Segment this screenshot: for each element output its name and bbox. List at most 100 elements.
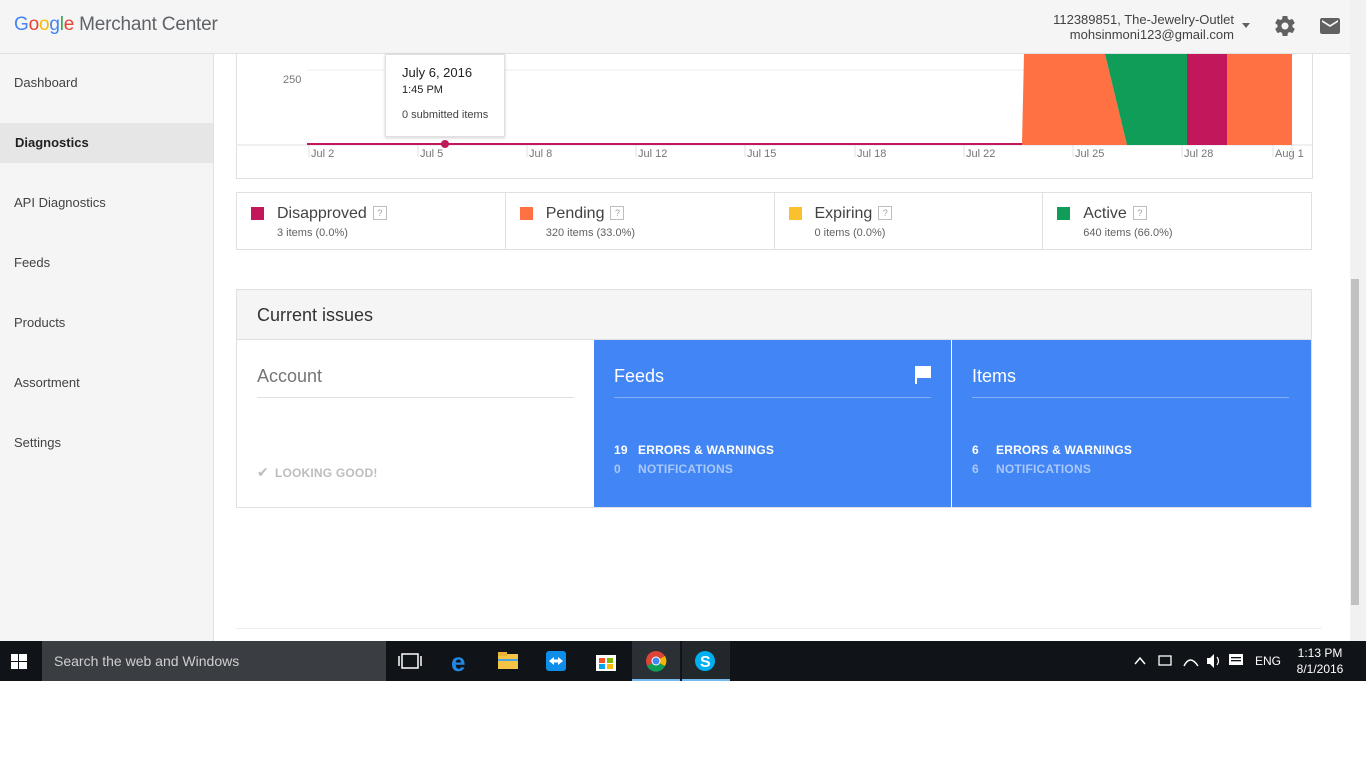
items-notifications-label: NOTIFICATIONS <box>996 462 1092 476</box>
svg-text:e: e <box>451 647 465 677</box>
task-view-icon[interactable] <box>386 641 434 681</box>
blank-area <box>0 681 1366 768</box>
help-icon[interactable]: ? <box>372 206 387 220</box>
stat-expiring[interactable]: Expiring? 0 items (0.0%) <box>775 193 1044 249</box>
divider <box>972 397 1289 398</box>
store-icon[interactable] <box>582 641 630 681</box>
scrollbar-thumb[interactable] <box>1351 279 1359 605</box>
status-summary: Disapproved? 3 items (0.0%) Pending? 320… <box>236 192 1312 250</box>
edge-icon[interactable]: e <box>436 641 484 681</box>
feeds-notifications-count: 0 <box>614 462 621 476</box>
stat-label-text: Active <box>1083 205 1127 222</box>
x-tick-label: Jul 12 <box>638 148 667 160</box>
legend-swatch <box>519 207 533 220</box>
items-notifications-row[interactable]: 6 NOTIFICATIONS <box>972 462 1091 476</box>
chrome-icon <box>646 651 667 672</box>
stat-label-text: Pending <box>545 205 605 222</box>
y-tick-label: 250 <box>283 74 301 86</box>
wifi-icon <box>1183 659 1199 667</box>
clock-time: 1:13 PM <box>1297 646 1343 660</box>
stat-active[interactable]: Active? 640 items (66.0%) <box>1043 193 1311 249</box>
help-icon[interactable]: ? <box>610 206 625 220</box>
x-tick-label: Jul 18 <box>857 148 886 160</box>
divider <box>614 397 931 398</box>
merchant-center-logo[interactable]: Google Merchant Center <box>14 14 218 36</box>
feeds-notifications-row[interactable]: 0 NOTIFICATIONS <box>614 462 733 476</box>
feeds-panel-title: Feeds <box>614 366 665 386</box>
gear-icon[interactable] <box>1273 14 1297 38</box>
stat-pending[interactable]: Pending? 320 items (33.0%) <box>506 193 775 249</box>
stat-count: 3 items (0.0%) <box>277 227 348 239</box>
hover-point-marker[interactable] <box>441 140 449 148</box>
sidebar-item-products[interactable]: Products <box>0 303 213 343</box>
sidebar-item-api-diagnostics[interactable]: API Diagnostics <box>0 183 213 223</box>
sidebar-item-settings[interactable]: Settings <box>0 423 213 463</box>
current-issues-title: Current issues <box>257 305 374 325</box>
chrome-taskbar-button[interactable] <box>632 641 680 681</box>
logo-letter: g <box>49 14 60 35</box>
sidebar-item-feeds[interactable]: Feeds <box>0 243 213 283</box>
help-icon[interactable]: ? <box>1132 206 1147 220</box>
svg-text:S: S <box>700 654 711 671</box>
windows-start-icon[interactable] <box>0 641 42 681</box>
items-errors-count: 6 <box>972 443 979 457</box>
account-switcher[interactable]: 112389851, The-Jewelry-Outlet mohsinmoni… <box>1053 12 1234 42</box>
help-icon[interactable]: ? <box>878 206 893 220</box>
taskbar-search-box[interactable]: Search the web and Windows <box>42 641 386 681</box>
checkmark-icon: ✔ <box>257 464 269 480</box>
account-issues-panel[interactable]: Account ✔ LOOKING GOOD! <box>237 340 594 507</box>
stat-count: 0 items (0.0%) <box>814 227 886 239</box>
stat-label: Pending? <box>546 205 625 223</box>
logo-product-name: Merchant Center <box>79 14 218 35</box>
mail-icon[interactable] <box>1318 14 1342 38</box>
items-issues-panel[interactable]: Items 6 ERRORS & WARNINGS 6 NOTIFICATIONS <box>952 340 1311 507</box>
logo-letter: G <box>14 14 29 35</box>
stat-count: 640 items (66.0%) <box>1083 227 1173 239</box>
file-explorer-icon[interactable] <box>484 641 532 681</box>
x-tick-label: Jul 2 <box>311 148 334 160</box>
stat-count: 320 items (33.0%) <box>545 227 636 239</box>
feeds-issues-panel[interactable]: Feeds 19 ERRORS & WARNINGS 0 NOTIFICATIONS <box>594 340 951 507</box>
language-indicator[interactable]: ENG <box>1255 654 1281 668</box>
area-pending-2 <box>1227 54 1292 145</box>
chevron-down-icon[interactable] <box>1242 23 1250 28</box>
search-placeholder: Search the web and Windows <box>54 653 240 669</box>
chevron-up-icon <box>1134 656 1146 665</box>
feeds-errors-row[interactable]: 19 ERRORS & WARNINGS <box>614 443 774 457</box>
x-tick-label: Jul 22 <box>966 148 995 160</box>
x-tick-label: Aug 1 <box>1275 148 1304 160</box>
stat-label: Disapproved? <box>277 205 387 223</box>
x-tick-label: Jul 5 <box>420 148 443 160</box>
current-issues-card: Current issues Account ✔ LOOKING GOOD! Fe… <box>236 289 1312 508</box>
sidebar-item-assortment[interactable]: Assortment <box>0 363 213 403</box>
tooltip-time: 1:45 PM <box>402 84 443 96</box>
feeds-notifications-label: NOTIFICATIONS <box>638 462 734 476</box>
x-tick-label: Jul 25 <box>1075 148 1104 160</box>
area-disapproved <box>1187 54 1227 145</box>
battery-icon <box>1158 655 1172 666</box>
tooltip-date: July 6, 2016 <box>402 65 473 80</box>
feeds-errors-label: ERRORS & WARNINGS <box>638 443 775 457</box>
feeds-errors-count: 19 <box>614 443 628 457</box>
account-email: mohsinmoni123@gmail.com <box>1069 27 1234 42</box>
current-issues-header: Current issues <box>237 290 1311 340</box>
taskbar-clock[interactable]: 1:13 PM 8/1/2016 <box>1291 645 1349 677</box>
sidebar-item-dashboard[interactable]: Dashboard <box>0 63 213 103</box>
top-header: Google Merchant Center 112389851, The-Jew… <box>0 0 1350 54</box>
sidebar-item-diagnostics[interactable]: Diagnostics <box>0 123 213 163</box>
stat-label-text: Expiring <box>814 205 873 222</box>
tooltip-value: 0 submitted items <box>402 109 489 121</box>
windows-taskbar: Search the web and Windows e S ENG 1:13 … <box>0 641 1366 681</box>
clock-date: 8/1/2016 <box>1296 662 1344 676</box>
legend-swatch <box>788 207 802 220</box>
skype-icon: S <box>695 651 715 671</box>
skype-taskbar-button[interactable]: S <box>682 641 730 681</box>
chart-tooltip: July 6, 2016 1:45 PM 0 submitted items <box>385 54 505 137</box>
items-errors-row[interactable]: 6 ERRORS & WARNINGS <box>972 443 1132 457</box>
items-panel-title: Items <box>972 366 1017 386</box>
stat-disapproved[interactable]: Disapproved? 3 items (0.0%) <box>237 193 506 249</box>
system-tray-icons[interactable] <box>1132 641 1252 681</box>
logo-letter: o <box>38 14 50 35</box>
teamviewer-icon[interactable] <box>532 641 580 681</box>
logo-letter: e <box>63 14 75 35</box>
